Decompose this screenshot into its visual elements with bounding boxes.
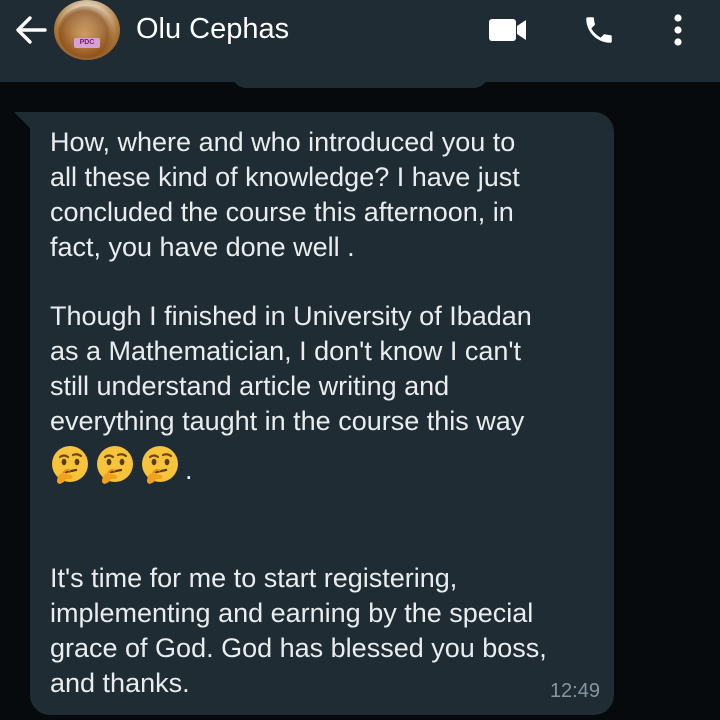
avatar[interactable]: PDC bbox=[54, 0, 120, 60]
arrow-left-icon bbox=[16, 16, 47, 44]
thinking-face-icon bbox=[48, 443, 92, 487]
message-paragraph: Though I finished in University of Ibada… bbox=[50, 301, 532, 436]
thinking-face-icon bbox=[93, 443, 137, 487]
more-vertical-icon bbox=[674, 14, 682, 46]
phone-icon bbox=[586, 17, 612, 43]
chat-screen: PDC Olu Cephas How, where and who introd… bbox=[0, 0, 720, 720]
voice-call-button[interactable] bbox=[576, 10, 622, 50]
back-button[interactable] bbox=[10, 10, 52, 50]
video-call-button[interactable] bbox=[484, 10, 532, 50]
emoji-row: . bbox=[48, 442, 193, 488]
video-camera-icon bbox=[489, 19, 526, 41]
message-timestamp: 12:49 bbox=[549, 680, 600, 702]
more-options-button[interactable] bbox=[658, 10, 698, 50]
emoji-suffix: . bbox=[185, 454, 193, 485]
message-paragraph: How, where and who introduced you to all… bbox=[50, 127, 520, 262]
lion-image bbox=[58, 6, 116, 58]
header-tab bbox=[232, 74, 488, 88]
contact-name[interactable]: Olu Cephas bbox=[136, 9, 289, 49]
avatar-badge: PDC bbox=[74, 38, 100, 48]
thinking-face-icon bbox=[138, 443, 182, 487]
